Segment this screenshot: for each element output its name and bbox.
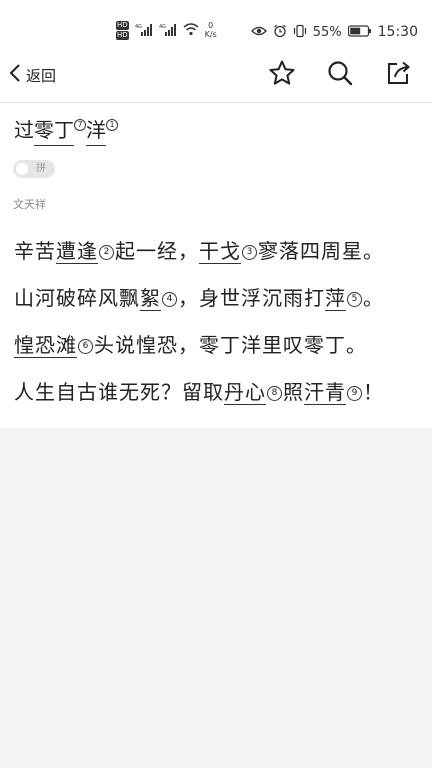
poem-annotated-word[interactable]: 汗青 xyxy=(304,380,346,405)
poem-annotated-word[interactable]: 萍 xyxy=(325,286,346,311)
poem-line: 山河破碎风飘絮 4 ，身世浮沉雨打萍 5。 xyxy=(14,284,424,331)
clock-time: 15:30 xyxy=(377,24,418,40)
network-speed-unit: K/s xyxy=(204,30,217,39)
poem-annotated-word[interactable]: 丹心 xyxy=(224,380,266,405)
chevron-left-icon xyxy=(8,63,22,87)
poem-text: 寥落四周星。 xyxy=(258,239,384,263)
star-icon xyxy=(268,59,296,91)
title-text: 过 xyxy=(14,118,34,142)
title-annotated-word[interactable]: 零丁 xyxy=(34,115,74,146)
footnote-marker[interactable]: 4 xyxy=(162,292,177,307)
poem-annotated-word[interactable]: 遭逢 xyxy=(56,239,98,264)
share-icon xyxy=(384,59,412,91)
signal-4g-icon-2: 4G xyxy=(159,22,177,38)
footnote-marker[interactable]: 2 xyxy=(99,245,114,260)
footnote-marker[interactable]: 8 xyxy=(267,386,282,401)
poem-annotated-word[interactable]: 絮 xyxy=(140,286,161,311)
nav-bar: 返回 xyxy=(0,48,432,103)
network-speed-value: 0 xyxy=(208,21,214,30)
poem-text: 起一经， xyxy=(115,239,199,263)
poem-annotated-word[interactable]: 干戈 xyxy=(199,239,241,264)
network-speed: 0 K/s xyxy=(205,21,217,39)
poem-line: 人生自古谁无死？留取丹心 8 照汗青 9！ xyxy=(14,378,424,425)
footnote-marker[interactable]: 1 xyxy=(106,119,118,131)
poem-text: 山河破碎风飘 xyxy=(14,286,140,310)
share-button[interactable] xyxy=(382,60,414,90)
poem-text: 。 xyxy=(363,286,384,310)
poem-title: 过零丁 7 洋1 xyxy=(14,115,118,146)
poem-text: 照 xyxy=(283,380,304,404)
sim2-hd-badge: HD xyxy=(116,30,129,40)
footnote-marker[interactable]: 3 xyxy=(242,245,257,260)
svg-text:4G: 4G xyxy=(159,24,166,30)
status-left: HD HD 4G 4G 0 K/s xyxy=(116,14,217,46)
status-right: 55% 15:30 xyxy=(250,16,418,48)
poem-annotated-word[interactable]: 惶恐滩 xyxy=(14,333,77,358)
poem-content: 过零丁 7 洋1 拼 文天祥 辛苦遭逢 2 起一经，干戈 3 寥落四周星。 山河破碎风飘絮 4… xyxy=(0,103,432,428)
eye-icon xyxy=(250,25,267,39)
poem-text: 头说惶恐，零丁洋里叹零丁。 xyxy=(94,333,367,357)
poem-line: 惶恐滩 6 头说惶恐，零丁洋里叹零丁。 xyxy=(14,331,424,378)
poem-text: 人生自古谁无死？留取 xyxy=(14,380,224,404)
signal-4g-icon: 4G xyxy=(135,22,153,38)
poem-line: 辛苦遭逢 2 起一经，干戈 3 寥落四周星。 xyxy=(14,237,424,284)
favorite-button[interactable] xyxy=(266,60,298,90)
footnote-marker[interactable]: 5 xyxy=(347,292,362,307)
back-button[interactable]: 返回 xyxy=(8,60,56,90)
footnote-marker[interactable]: 9 xyxy=(347,386,362,401)
svg-text:4G: 4G xyxy=(135,24,142,30)
poem-text: ，身世浮沉雨打 xyxy=(178,286,325,310)
alarm-icon xyxy=(273,24,287,40)
poem-author: 文天祥 xyxy=(13,198,46,211)
footnote-marker[interactable]: 6 xyxy=(78,339,93,354)
title-annotated-word[interactable]: 洋 xyxy=(86,115,106,146)
poem-text: 辛苦 xyxy=(14,239,56,263)
pinyin-toggle[interactable]: 拼 xyxy=(13,160,55,178)
status-bar: HD HD 4G 4G 0 K/s 55% 15:30 xyxy=(0,0,432,48)
search-button[interactable] xyxy=(324,60,356,90)
toggle-knob xyxy=(16,163,28,175)
footnote-marker[interactable]: 7 xyxy=(74,119,86,131)
sim1-hd-badge: HD xyxy=(116,20,129,30)
vibrate-icon xyxy=(293,24,307,40)
poem-body: 辛苦遭逢 2 起一经，干戈 3 寥落四周星。 山河破碎风飘絮 4 ，身世浮沉雨打萍 5。惶恐滩 6… xyxy=(14,237,424,425)
search-icon xyxy=(326,59,354,91)
pinyin-toggle-label: 拼 xyxy=(36,163,46,174)
wifi-icon xyxy=(183,22,199,38)
dual-sim-indicator: HD HD xyxy=(116,20,129,40)
back-label: 返回 xyxy=(26,66,57,85)
poem-text: ！ xyxy=(363,380,384,404)
battery-percent: 55% xyxy=(312,24,342,40)
battery-icon xyxy=(347,25,372,39)
